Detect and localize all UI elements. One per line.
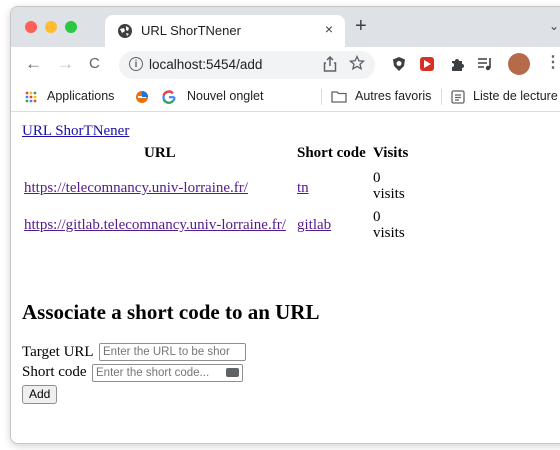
folder-icon — [331, 91, 347, 103]
bookmark-favicon-icon — [136, 91, 148, 103]
maximize-window-button[interactable] — [65, 21, 77, 33]
row-visits: 0 visits — [373, 209, 405, 241]
more-menu-icon[interactable]: ⋮ — [545, 52, 560, 72]
tab-strip: URL ShorTNener × + ⌄ — [11, 7, 560, 47]
tab-url-shortener[interactable]: URL ShorTNener × — [105, 15, 345, 47]
short-code-input[interactable]: Enter the short code... — [92, 364, 243, 382]
shield-extension-icon[interactable] — [391, 56, 407, 72]
address-bar[interactable]: i localhost:5454/add — [119, 51, 375, 79]
form-title: Associate a short code to an URL — [22, 300, 320, 324]
bookmark-applications[interactable]: Applications — [47, 89, 114, 103]
back-button[interactable]: ← — [25, 54, 42, 74]
reload-button[interactable]: C — [89, 55, 100, 72]
bookmark-reading-list[interactable]: Liste de lecture — [473, 89, 558, 103]
info-icon[interactable]: i — [129, 57, 143, 71]
address-url[interactable]: localhost:5454/add — [149, 57, 262, 72]
header-url: URL — [144, 145, 176, 161]
target-url-label: Target URL — [22, 344, 94, 360]
media-control-icon[interactable] — [477, 56, 493, 72]
header-short-code: Short code — [297, 145, 366, 161]
add-button[interactable]: Add — [22, 385, 58, 404]
browser-window: URL ShorTNener × + ⌄ ← → C i localhost:5… — [10, 6, 560, 444]
home-link[interactable]: URL ShorTNener — [22, 123, 129, 140]
visits-count: 0 — [373, 209, 381, 225]
bookmark-star-icon[interactable] — [349, 55, 365, 71]
bookmark-new-tab[interactable]: Nouvel onglet — [187, 89, 263, 103]
profile-avatar[interactable] — [508, 53, 530, 75]
target-url-input[interactable]: Enter the URL to be shor — [99, 343, 246, 361]
bookmarks-bar: Applications Nouvel onglet Autres favori… — [11, 83, 560, 112]
row-short-code-link[interactable]: gitlab — [297, 217, 331, 234]
forward-button[interactable]: → — [57, 54, 74, 74]
globe-icon — [118, 24, 132, 38]
puzzle-extensions-icon[interactable] — [449, 56, 465, 72]
short-code-placeholder: Enter the short code... — [96, 367, 210, 379]
visits-unit: visits — [373, 225, 405, 241]
short-code-label: Short code — [22, 364, 87, 380]
video-extension-icon[interactable] — [419, 56, 435, 72]
google-icon — [162, 90, 176, 104]
row-short-code-link[interactable]: tn — [297, 180, 309, 197]
row-url-link[interactable]: https://telecomnancy.univ-lorraine.fr/ — [24, 180, 248, 197]
row-visits: 0 visits — [373, 170, 405, 202]
apps-grid-icon[interactable] — [25, 91, 37, 103]
page-content: URL ShorTNener URL Short code Visits htt… — [11, 112, 560, 443]
visits-count: 0 — [373, 170, 381, 186]
row-url-link[interactable]: https://gitlab.telecomnancy.univ-lorrain… — [24, 217, 286, 234]
new-tab-button[interactable]: + — [355, 15, 367, 38]
minimize-window-button[interactable] — [45, 21, 57, 33]
close-window-button[interactable] — [25, 21, 37, 33]
bookmark-separator — [321, 89, 322, 105]
browser-toolbar: ← → C i localhost:5454/add ⋮ — [11, 47, 560, 83]
keyboard-icon — [226, 368, 239, 377]
bookmark-separator — [441, 89, 442, 105]
chevron-down-icon[interactable]: ⌄ — [549, 19, 559, 33]
share-icon[interactable] — [323, 56, 337, 72]
tab-title: URL ShorTNener — [141, 23, 241, 38]
visits-unit: visits — [373, 186, 405, 202]
reading-list-icon — [451, 90, 465, 104]
header-visits: Visits — [373, 145, 409, 161]
bookmark-other-favorites[interactable]: Autres favoris — [355, 89, 431, 103]
close-tab-icon[interactable]: × — [325, 21, 333, 37]
